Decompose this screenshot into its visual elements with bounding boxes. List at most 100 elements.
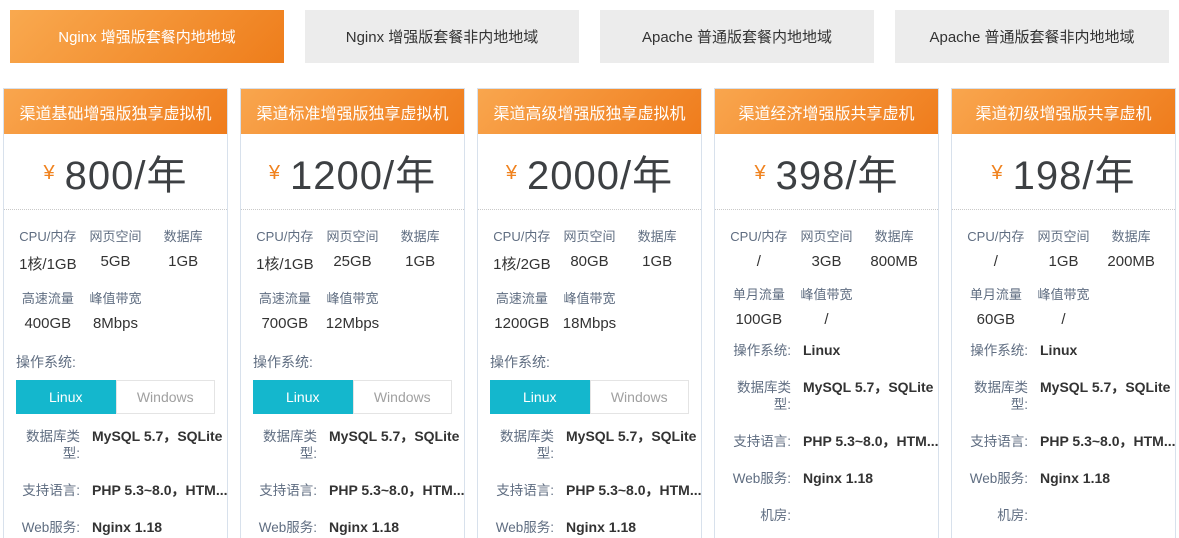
- spec-label: 峰值带宽: [319, 288, 387, 307]
- pricing-card: 渠道初级增强版共享虚机¥198/年CPU/内存网页空间数据库/1GB200MB单…: [951, 88, 1176, 538]
- spec-label: 数据库: [149, 226, 217, 245]
- spec-label: 网页空间: [319, 226, 387, 245]
- currency-symbol: ¥: [755, 162, 766, 185]
- os-option-windows[interactable]: Windows: [116, 380, 216, 414]
- detail-value: MySQL 5.7，SQLite: [329, 428, 459, 462]
- details-list: 数据库类型: MySQL 5.7，SQLite 支持语言: PHP 5.3~8.0，H…: [241, 428, 464, 538]
- tab-plan-2[interactable]: Apache 普通版套餐内地地域: [600, 10, 874, 63]
- spec-value: 80GB: [556, 253, 624, 274]
- currency-symbol: ¥: [269, 162, 280, 185]
- spec-value: 1核/2GB: [488, 253, 556, 274]
- card-title: 渠道标准增强版独享虚拟机: [241, 89, 464, 134]
- spec-spacer: [1097, 284, 1165, 303]
- os-option-windows[interactable]: Windows: [590, 380, 690, 414]
- detail-row: Web服务: Nginx 1.18: [241, 519, 464, 536]
- pricing-card: 渠道经济增强版共享虚机¥398/年CPU/内存网页空间数据库/3GB800MB单…: [714, 88, 939, 538]
- detail-label: Web服务:: [251, 519, 317, 536]
- detail-value: Nginx 1.18: [329, 519, 399, 536]
- detail-label: 数据库类型:: [725, 379, 791, 413]
- detail-row: 数据库类型: MySQL 5.7，SQLite: [715, 379, 938, 413]
- spec-label: CPU/内存: [14, 226, 82, 245]
- detail-value: Nginx 1.18: [92, 519, 162, 536]
- detail-label: 支持语言:: [251, 482, 317, 499]
- tab-plan-0[interactable]: Nginx 增强版套餐内地地域: [10, 10, 284, 63]
- card-title: 渠道基础增强版独享虚拟机: [4, 89, 227, 134]
- details-list: 操作系统:Linux数据库类型:MySQL 5.7，SQLite支持语言:PHP…: [952, 342, 1175, 524]
- detail-label: Web服务:: [725, 470, 791, 487]
- detail-row: 支持语言:PHP 5.3~8.0，HTM...: [952, 433, 1175, 450]
- detail-value: Nginx 1.18: [1040, 470, 1110, 487]
- detail-value: PHP 5.3~8.0，HTM...: [566, 482, 702, 499]
- spec-label: 单月流量: [962, 284, 1030, 303]
- spec-value: /: [1030, 311, 1098, 328]
- os-option-linux[interactable]: Linux: [253, 380, 353, 414]
- os-option-linux[interactable]: Linux: [16, 380, 116, 414]
- os-option-windows[interactable]: Windows: [353, 380, 453, 414]
- spec-value: 1GB: [623, 253, 691, 274]
- spec-label: 峰值带宽: [556, 288, 624, 307]
- spec-value: 3GB: [793, 253, 861, 270]
- os-section-label: 操作系统:: [253, 352, 464, 372]
- os-section-label: 操作系统:: [16, 352, 227, 372]
- detail-value: Linux: [1040, 342, 1077, 359]
- spec-value: 200MB: [1097, 253, 1165, 270]
- spec-value: /: [962, 253, 1030, 270]
- spec-label: 峰值带宽: [793, 284, 861, 303]
- spec-value: 1核/1GB: [14, 253, 82, 274]
- spec-value: 8Mbps: [82, 315, 150, 332]
- detail-label: 数据库类型:: [251, 428, 317, 462]
- detail-label: Web服务:: [14, 519, 80, 536]
- detail-value: Nginx 1.18: [566, 519, 636, 536]
- spec-label: 数据库: [1097, 226, 1165, 245]
- detail-label: 数据库类型:: [962, 379, 1028, 413]
- spec-label: 网页空间: [82, 226, 150, 245]
- plan-tabs: Nginx 增强版套餐内地地域 Nginx 增强版套餐非内地地域 Apache 普通…: [10, 10, 1169, 63]
- spec-value: 1200GB: [488, 315, 556, 332]
- detail-value: PHP 5.3~8.0，HTM...: [329, 482, 465, 499]
- spec-value: /: [725, 253, 793, 270]
- detail-row: Web服务:Nginx 1.18: [715, 470, 938, 487]
- price-amount: 398/年: [776, 143, 899, 201]
- price-block: ¥800/年: [4, 134, 227, 210]
- detail-value: MySQL 5.7，SQLite: [803, 379, 933, 413]
- tab-plan-1[interactable]: Nginx 增强版套餐非内地地域: [305, 10, 579, 63]
- spec-label: 数据库: [623, 226, 691, 245]
- spec-value: 1GB: [149, 253, 217, 274]
- spec-spacer: [860, 284, 928, 303]
- os-toggle: LinuxWindows: [490, 380, 689, 414]
- pricing-cards: 渠道基础增强版独享虚拟机¥800/年CPU/内存网页空间数据库1核/1GB5GB…: [3, 88, 1176, 538]
- detail-row: 机房:: [715, 507, 938, 524]
- spec-label: 数据库: [386, 226, 454, 245]
- detail-value: MySQL 5.7，SQLite: [92, 428, 222, 462]
- card-title: 渠道高级增强版独享虚拟机: [478, 89, 701, 134]
- detail-value: PHP 5.3~8.0，HTM...: [92, 482, 228, 499]
- spec-value: 1GB: [386, 253, 454, 274]
- detail-value: PHP 5.3~8.0，HTM...: [1040, 433, 1176, 450]
- pricing-card: 渠道高级增强版独享虚拟机¥2000/年CPU/内存网页空间数据库1核/2GB80…: [477, 88, 702, 538]
- detail-label: 机房:: [962, 507, 1028, 524]
- spec-label: 网页空间: [793, 226, 861, 245]
- detail-row: Web服务: Nginx 1.18: [4, 519, 227, 536]
- detail-label: Web服务:: [488, 519, 554, 536]
- spec-spacer: [386, 288, 454, 307]
- card-title: 渠道初级增强版共享虚机: [952, 89, 1175, 134]
- spec-value: 12Mbps: [319, 315, 387, 332]
- pricing-card: 渠道标准增强版独享虚拟机¥1200/年CPU/内存网页空间数据库1核/1GB25…: [240, 88, 465, 538]
- detail-row: Web服务:Nginx 1.18: [952, 470, 1175, 487]
- details-list: 数据库类型:MySQL 5.7，SQLite支持语言:PHP 5.3~8.0，H…: [4, 428, 227, 538]
- detail-row: 机房:: [952, 507, 1175, 524]
- os-option-linux[interactable]: Linux: [490, 380, 590, 414]
- currency-symbol: ¥: [506, 162, 517, 185]
- tab-plan-3[interactable]: Apache 普通版套餐非内地地域: [895, 10, 1169, 63]
- detail-label: 支持语言:: [14, 482, 80, 499]
- detail-row: Web服务: Nginx 1.18: [478, 519, 701, 536]
- spec-label: 网页空间: [1030, 226, 1098, 245]
- price-block: ¥398/年: [715, 134, 938, 210]
- detail-label: 机房:: [725, 507, 791, 524]
- spec-label: 高速流量: [14, 288, 82, 307]
- spec-value: 800MB: [860, 253, 928, 270]
- price-block: ¥1200/年: [241, 134, 464, 210]
- detail-row: 数据库类型:MySQL 5.7，SQLite: [478, 428, 701, 462]
- spec-value: 1核/1GB: [251, 253, 319, 274]
- spec-label: 高速流量: [251, 288, 319, 307]
